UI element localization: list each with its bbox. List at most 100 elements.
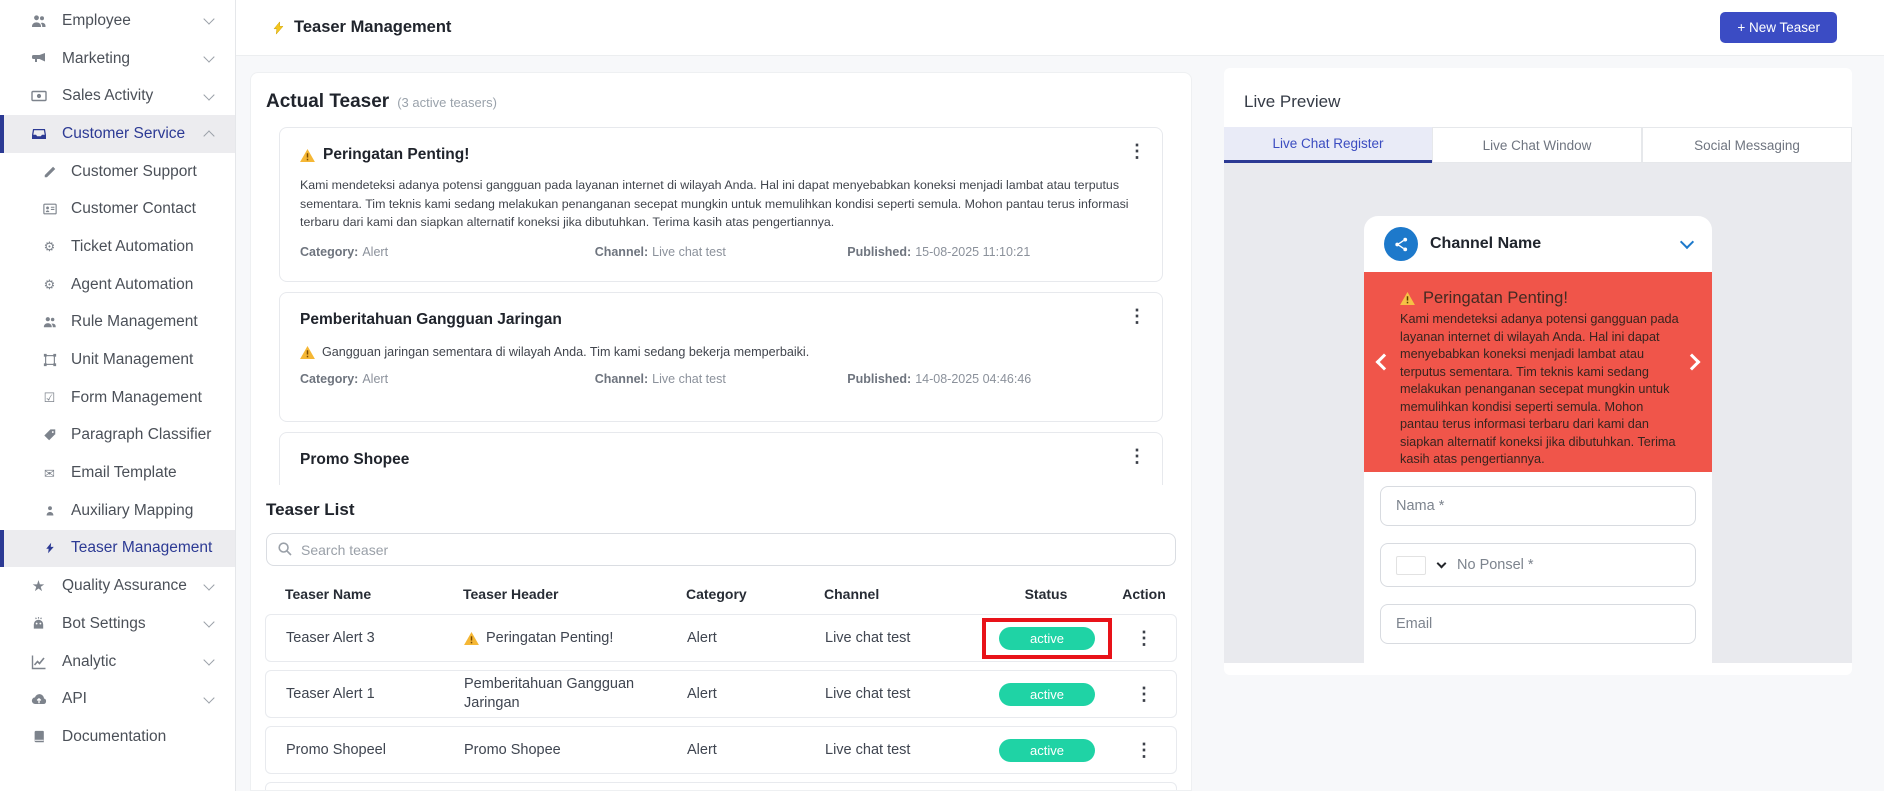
published-value: 15-08-2025 11:10:21	[915, 244, 1031, 259]
cell-category: Alert	[687, 630, 717, 646]
cloud-upload-icon	[29, 691, 48, 707]
tab-live-chat-register[interactable]: Live Chat Register	[1224, 127, 1432, 163]
sidebar-item-paragraph-classifier[interactable]: Paragraph Classifier	[0, 417, 235, 455]
channel-label: Channel:	[594, 372, 649, 386]
sidebar-item-label: Agent Automation	[71, 275, 194, 293]
carousel-next-icon[interactable]	[1683, 353, 1701, 371]
sidebar-item-unit-management[interactable]: Unit Management	[0, 341, 235, 379]
indonesia-flag-icon[interactable]	[1396, 555, 1426, 575]
highlight-annotation-box: active	[982, 617, 1112, 659]
table-row[interactable]: Promo Shopeel Promo Shopee Alert Live ch…	[265, 726, 1177, 774]
table-row[interactable]: Teaser Alert 1 Pemberitahuan Gangguan Ja…	[265, 670, 1177, 718]
published-value: 14-08-2025 04:46:46	[915, 372, 1032, 386]
gears-icon: ⚙	[43, 277, 56, 293]
channel-avatar-icon	[1384, 227, 1418, 261]
sidebar-item-bot-settings[interactable]: Bot Settings	[0, 605, 235, 643]
sidebar-item-label: Ticket Automation	[71, 237, 194, 255]
cell-teaser-header: Promo Shopee	[464, 741, 561, 758]
sidebar-item-label: Teaser Management	[71, 539, 213, 557]
sidebar-item-sales-activity[interactable]: Sales Activity	[0, 77, 235, 115]
chevron-down-icon	[203, 89, 215, 101]
app-root: Employee Marketing Sales Activity Custom…	[0, 0, 1884, 791]
sidebar-item-label: Quality Assurance	[62, 577, 187, 595]
sidebar-item-customer-service[interactable]: Customer Service	[0, 115, 235, 153]
envelope-icon: ✉	[44, 465, 55, 481]
sidebar-item-api[interactable]: API	[0, 680, 235, 718]
megaphone-icon	[29, 51, 48, 67]
kebab-menu-icon[interactable]: ⋮	[1112, 685, 1176, 703]
chevron-down-icon[interactable]	[1436, 558, 1447, 569]
kebab-menu-icon[interactable]: ⋮	[1112, 741, 1176, 759]
users-icon	[41, 315, 58, 329]
table-header: Teaser Name Teaser Header Category Chann…	[265, 578, 1177, 614]
tab-live-chat-window[interactable]: Live Chat Window	[1432, 127, 1642, 163]
phone-field[interactable]: No Ponsel *	[1380, 543, 1696, 587]
category-value: Alert	[362, 372, 389, 386]
kebab-menu-icon[interactable]: ⋮	[1128, 307, 1146, 325]
channel-value: Live chat test	[652, 244, 726, 259]
sidebar-item-customer-support[interactable]: Customer Support	[0, 153, 235, 191]
teaser-card-footer: Category: Alert Channel: Live chat test Pu…	[300, 245, 1142, 259]
page-title: Teaser Management	[272, 18, 451, 37]
live-preview-title: Live Preview	[1244, 92, 1341, 111]
published-label: Published:	[847, 372, 912, 386]
warning-icon	[300, 148, 315, 162]
sidebar-item-label: Auxiliary Mapping	[71, 501, 194, 519]
chat-widget: Channel Name Peringatan Penting! Kami me…	[1364, 216, 1712, 663]
status-badge: active	[999, 738, 1095, 762]
chevron-down-icon	[203, 578, 215, 591]
kebab-menu-icon[interactable]: ⋮	[1128, 142, 1146, 160]
email-field[interactable]: Email	[1380, 604, 1696, 644]
warning-icon	[300, 345, 315, 359]
sidebar-item-documentation[interactable]: Documentation	[0, 718, 235, 756]
actual-teaser-title: Actual Teaser	[266, 91, 390, 112]
table-row[interactable]: Teaser Alert 3 Peringatan Penting! Alert…	[265, 614, 1177, 662]
register-form: Nama * No Ponsel * Email	[1364, 472, 1712, 644]
carousel-prev-icon[interactable]	[1375, 353, 1393, 371]
live-preview-tabs: Live Chat Register Live Chat Window Soci…	[1224, 127, 1852, 163]
sidebar-item-label: Employee	[62, 11, 131, 29]
sidebar-item-quality-assurance[interactable]: ★ Quality Assurance	[0, 567, 235, 605]
teaser-cards-scroll[interactable]: ⋮ Peringatan Penting! Kami mendeteksi ad…	[279, 127, 1163, 485]
chevron-down-icon	[203, 51, 215, 63]
sidebar-item-analytic[interactable]: Analytic	[0, 643, 235, 681]
sidebar-item-employee[interactable]: Employee	[0, 2, 235, 40]
sidebar-item-email-template[interactable]: ✉ Email Template	[0, 454, 235, 492]
sidebar-item-ticket-automation[interactable]: ⚙ Ticket Automation	[0, 228, 235, 266]
actual-teaser-heading: Actual Teaser (3 active teasers)	[266, 91, 1176, 113]
form-check-icon: ☑	[43, 390, 56, 406]
new-teaser-button[interactable]: + New Teaser	[1720, 12, 1837, 43]
sidebar-item-agent-automation[interactable]: ⚙ Agent Automation	[0, 266, 235, 304]
sidebar-item-customer-contact[interactable]: Customer Contact	[0, 190, 235, 228]
book-icon	[29, 729, 48, 744]
robot-icon	[29, 616, 48, 631]
cell-teaser-name: Teaser Alert 3	[286, 630, 375, 646]
sidebar-item-teaser-management[interactable]: Teaser Management	[0, 529, 235, 568]
col-category: Category	[686, 586, 747, 602]
chevron-down-icon[interactable]	[1679, 234, 1695, 249]
teaser-card: ⋮ Promo Shopee	[279, 432, 1163, 485]
teaser-card: ⋮ Pemberitahuan Gangguan Jaringan Ganggu…	[279, 292, 1163, 422]
sidebar-item-auxiliary-mapping[interactable]: Auxiliary Mapping	[0, 492, 235, 530]
columns: Actual Teaser (3 active teasers) ⋮ Perin…	[236, 56, 1884, 791]
sidebar-item-form-management[interactable]: ☑ Form Management	[0, 379, 235, 417]
table-row-clipped	[265, 782, 1177, 790]
channel-value: Live chat test	[652, 372, 726, 386]
teaser-preview-body: Kami mendeteksi adanya potensi gangguan …	[1400, 312, 1679, 467]
cell-category: Alert	[687, 686, 717, 702]
star-icon: ★	[31, 577, 46, 595]
sidebar-item-marketing[interactable]: Marketing	[0, 40, 235, 78]
kebab-menu-icon[interactable]: ⋮	[1112, 629, 1176, 647]
sidebar-item-label: Form Management	[71, 388, 202, 406]
name-field[interactable]: Nama *	[1380, 486, 1696, 526]
tab-social-messaging[interactable]: Social Messaging	[1642, 127, 1852, 163]
search-input[interactable]	[266, 533, 1176, 566]
sidebar-item-rule-management[interactable]: Rule Management	[0, 304, 235, 342]
col-teaser-name: Teaser Name	[285, 586, 372, 602]
users-icon	[29, 13, 48, 29]
kebab-menu-icon[interactable]: ⋮	[1128, 447, 1146, 465]
sidebar-item-label: Unit Management	[71, 351, 194, 369]
gears-icon: ⚙	[43, 239, 56, 255]
category-label: Category:	[300, 372, 359, 386]
sidebar-item-label: Rule Management	[71, 313, 198, 331]
